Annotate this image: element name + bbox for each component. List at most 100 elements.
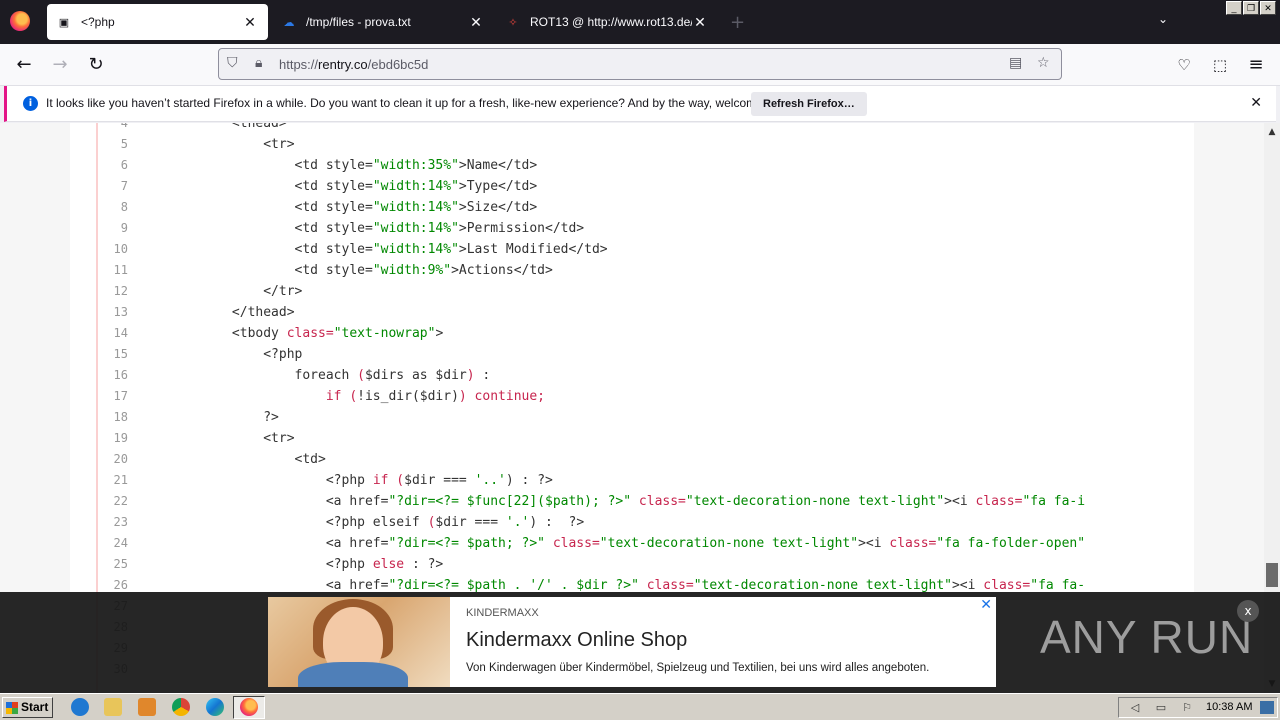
close-icon[interactable]: ✕ (1250, 95, 1262, 111)
code-token: <tr> (138, 137, 295, 152)
ad-choices-close-icon[interactable]: ✕ (980, 597, 992, 613)
ad-image[interactable] (268, 597, 450, 687)
refresh-firefox-button[interactable]: Refresh Firefox… (751, 92, 867, 116)
ad-body[interactable]: KINDERMAXX Kindermaxx Online Shop Von Ki… (450, 597, 996, 687)
code-token: </thead> (138, 305, 295, 320)
network-icon[interactable]: ▭ (1154, 701, 1168, 714)
ad-overlay: KINDERMAXX Kindermaxx Online Shop Von Ki… (0, 592, 1280, 693)
start-button[interactable]: Start (2, 697, 53, 718)
line-number: 23 (113, 515, 128, 529)
internet-explorer-icon[interactable] (71, 698, 89, 716)
code-token: ><i (951, 578, 984, 593)
close-icon[interactable]: x (1237, 600, 1259, 622)
code-text: <?php (138, 344, 302, 365)
code-token: <td style= (138, 221, 373, 236)
line-number: 18 (113, 410, 128, 424)
close-window-icon[interactable]: ✕ (1260, 1, 1276, 15)
firefox-taskbar-button[interactable] (233, 696, 265, 719)
ad-title[interactable]: Kindermaxx Online Shop (466, 629, 980, 652)
line-number: 12 (113, 284, 128, 298)
lock-icon[interactable]: 🔒︎ (255, 55, 262, 71)
code-text: <?php if ($dir === '..') : ?> (138, 470, 553, 491)
code-token: ( (357, 368, 365, 383)
code-line: 14 <tbody class="text-nowrap"> (70, 323, 1194, 344)
code-line: 22 <a href="?dir=<?= $func[22]($path); ?… (70, 491, 1194, 512)
close-icon[interactable]: ✕ (468, 14, 484, 31)
scrollbar-thumb[interactable] (1266, 563, 1278, 587)
code-token: class= (983, 578, 1031, 593)
tab-php[interactable]: ▣ <?php ✕ (47, 4, 268, 40)
code-line: 16 foreach ($dirs as $dir) : (70, 365, 1194, 386)
code-text: <tr> (138, 134, 295, 155)
pocket-icon[interactable]: ♡ (1170, 52, 1198, 78)
media-player-icon[interactable] (138, 698, 156, 716)
advertisement[interactable]: KINDERMAXX Kindermaxx Online Shop Von Ki… (268, 597, 996, 687)
scroll-up-icon[interactable]: ▲ (1264, 127, 1280, 137)
code-token: "width:14%" (372, 221, 459, 236)
code-line: 10 <td style="width:14%">Last Modified</… (70, 239, 1194, 260)
code-token: : ?> (404, 557, 444, 572)
code-token: <tbody (138, 326, 287, 341)
code-token: '.' (505, 515, 530, 530)
bookmark-star-icon[interactable]: ☆ (1037, 55, 1050, 71)
code-token: <?php (138, 557, 373, 572)
folder-icon[interactable] (104, 698, 122, 716)
code-token: $dirs as $dir (364, 368, 467, 383)
code-text: <td style="width:35%">Name</td> (138, 155, 538, 176)
code-token: ) continue; (458, 389, 545, 404)
reload-icon[interactable]: ↻ (82, 52, 110, 78)
code-token: "?dir=<?= $func[22]($path); ?>" (388, 494, 632, 509)
back-arrow-icon[interactable]: ← (10, 52, 38, 78)
tab-title: /tmp/files - prova.txt (306, 15, 411, 29)
code-token: ) : ?> (529, 515, 585, 530)
code-token: ><i (944, 494, 976, 509)
volume-icon[interactable]: ◁ (1128, 701, 1142, 714)
flag-icon[interactable]: ⚐ (1180, 701, 1194, 714)
code-line: 5 <tr> (70, 134, 1194, 155)
code-token: "fa fa- (1030, 578, 1086, 593)
edge-icon[interactable] (206, 698, 224, 716)
menu-icon[interactable]: ≡ (1242, 52, 1270, 78)
reader-view-icon[interactable]: ▤ (1009, 55, 1022, 71)
notification-text: It looks like you haven’t started Firefo… (46, 96, 795, 110)
code-token: ?> (138, 410, 279, 425)
forward-arrow-icon[interactable]: → (46, 52, 74, 78)
code-token: class= (286, 326, 334, 341)
tab-rot13[interactable]: ✧ ROT13 @ http://www.rot13.de/ ✕ (496, 4, 718, 40)
close-icon[interactable]: ✕ (242, 14, 258, 31)
code-line: 25 <?php else : ?> (70, 554, 1194, 575)
code-text: <td> (138, 449, 326, 470)
shield-icon[interactable]: ⛉ (227, 55, 238, 71)
code-token: class= (646, 578, 694, 593)
code-token: <tr> (138, 431, 295, 446)
chevron-down-icon[interactable]: ⌄ (1158, 12, 1168, 26)
code-token: >Permission</td> (458, 221, 585, 236)
tab-prova[interactable]: ☁ /tmp/files - prova.txt ✕ (272, 4, 494, 40)
restore-icon[interactable]: ❐ (1243, 1, 1259, 15)
code-token: <td style= (138, 158, 373, 173)
new-tab-icon[interactable]: + (730, 12, 745, 33)
line-number: 19 (113, 431, 128, 445)
line-number: 14 (113, 326, 128, 340)
anyrun-watermark: ANY RUN (1040, 611, 1254, 663)
close-icon[interactable]: ✕ (692, 14, 708, 31)
url-bar[interactable]: ⛉ 🔒︎ https://rentry.co/ebd6bc5d ▤ ☆ (218, 48, 1062, 80)
tab-strip: ▣ <?php ✕ ☁ /tmp/files - prova.txt ✕ ✧ R… (0, 0, 1280, 44)
minimize-icon[interactable]: _ (1226, 1, 1242, 15)
code-token: "width:14%" (372, 242, 459, 257)
code-token: '..' (474, 473, 506, 488)
code-token: "text-decoration-none text-light" (693, 578, 952, 593)
extensions-icon[interactable]: ⬚ (1206, 52, 1234, 78)
window-controls: _ ❐ ✕ (1226, 1, 1276, 15)
show-desktop-icon[interactable] (1260, 701, 1274, 714)
line-number: 13 (113, 305, 128, 319)
line-number: 8 (120, 200, 128, 214)
firefox-logo-icon[interactable] (10, 11, 30, 31)
line-number: 22 (113, 494, 128, 508)
code-token: "text-nowrap" (333, 326, 436, 341)
chrome-icon[interactable] (172, 698, 190, 716)
url-text[interactable]: https://rentry.co/ebd6bc5d (279, 57, 428, 72)
